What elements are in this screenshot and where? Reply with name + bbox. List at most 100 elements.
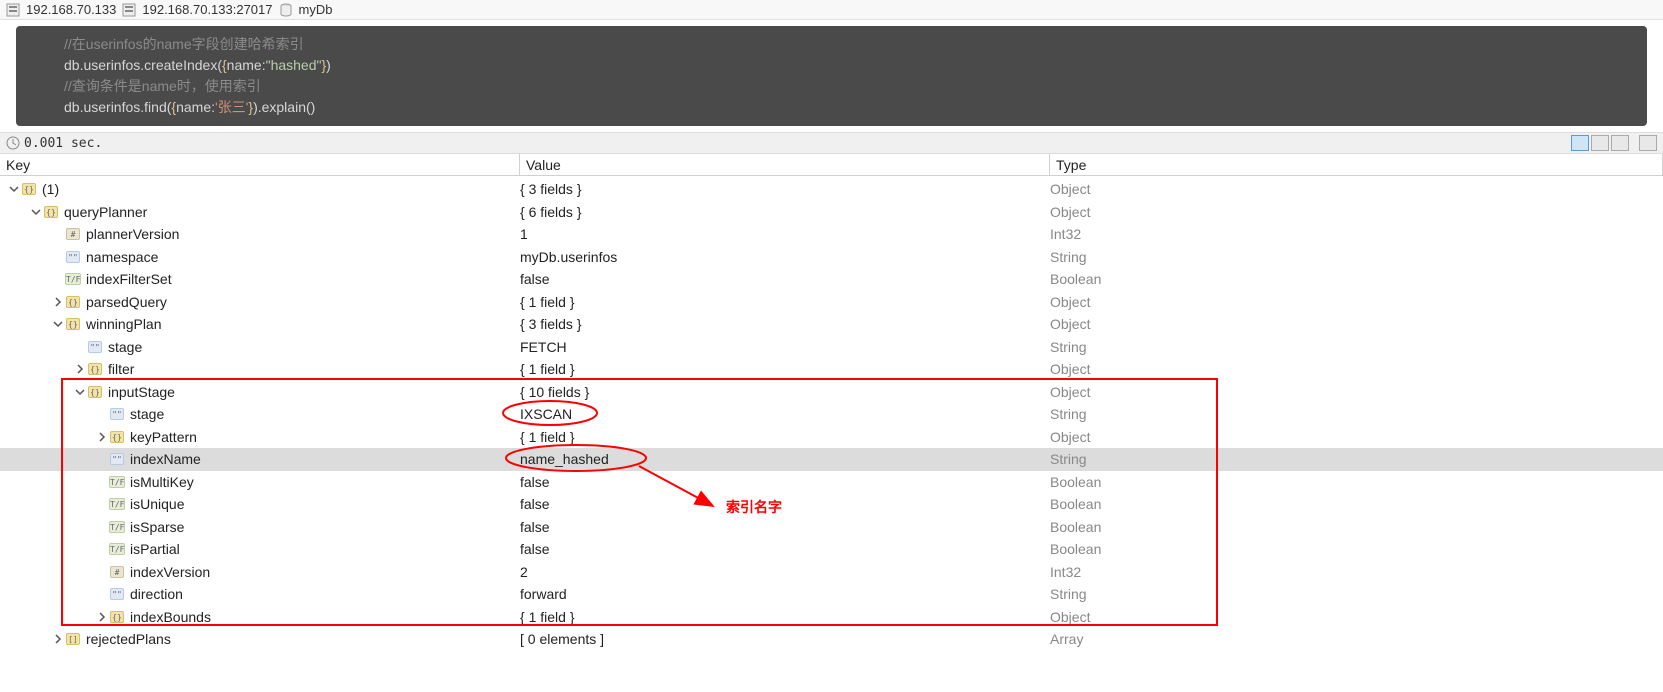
chevron-right-icon[interactable]: [96, 611, 108, 623]
chevron-down-icon[interactable]: [8, 183, 20, 195]
tree-type: String: [1050, 451, 1663, 467]
tree-row[interactable]: {}filter{ 1 field }Object: [0, 358, 1663, 381]
view-table-button[interactable]: [1591, 135, 1609, 151]
view-mode-buttons: [1571, 135, 1657, 151]
tree-key-label: stage: [108, 339, 142, 355]
view-text-button[interactable]: [1611, 135, 1629, 151]
tree-key-label: isSparse: [130, 519, 184, 535]
tree-value: 1: [520, 226, 1050, 242]
tree-value: { 1 field }: [520, 361, 1050, 377]
tree-row[interactable]: T/FisSparsefalseBoolean: [0, 516, 1663, 539]
tree-type: Object: [1050, 384, 1663, 400]
tree-type: Array: [1050, 631, 1663, 647]
tree-row[interactable]: {}queryPlanner{ 6 fields }Object: [0, 201, 1663, 224]
tree-key-label: indexBounds: [130, 609, 211, 625]
column-header-key[interactable]: Key: [0, 154, 520, 175]
query-editor[interactable]: //在userinfos的name字段创建哈希索引 db.userinfos.c…: [16, 26, 1647, 126]
tree-type: Object: [1050, 181, 1663, 197]
tree-type: Int32: [1050, 226, 1663, 242]
breadcrumb-host[interactable]: 192.168.70.133: [26, 2, 116, 17]
tree-value: myDb.userinfos: [520, 249, 1050, 265]
tree-key-label: indexFilterSet: [86, 271, 172, 287]
results-header: Key Value Type: [0, 154, 1663, 176]
tree-row[interactable]: ""stageFETCHString: [0, 336, 1663, 359]
breadcrumb-db[interactable]: myDb: [299, 2, 333, 17]
tree-row[interactable]: {}winningPlan{ 3 fields }Object: [0, 313, 1663, 336]
obj-type-icon: {}: [22, 183, 36, 195]
code-comment: //查询条件是name时，使用索引: [64, 78, 261, 94]
expander-placeholder: [52, 273, 64, 285]
tree-type: Boolean: [1050, 541, 1663, 557]
tree-row[interactable]: {}(1){ 3 fields }Object: [0, 178, 1663, 201]
tree-row[interactable]: []rejectedPlans[ 0 elements ]Array: [0, 628, 1663, 651]
tree-value: FETCH: [520, 339, 1050, 355]
tree-row[interactable]: T/FindexFilterSetfalseBoolean: [0, 268, 1663, 291]
tree-type: Boolean: [1050, 496, 1663, 512]
tree-row[interactable]: ""stageIXSCANString: [0, 403, 1663, 426]
tree-row[interactable]: #indexVersion2Int32: [0, 561, 1663, 584]
tree-row[interactable]: T/FisMultiKeyfalseBoolean: [0, 471, 1663, 494]
str-type-icon: "": [110, 453, 124, 465]
column-header-value[interactable]: Value: [520, 154, 1050, 175]
tree-type: String: [1050, 339, 1663, 355]
server-icon: [6, 3, 20, 17]
tree-row[interactable]: T/FisUniquefalseBoolean: [0, 493, 1663, 516]
view-tree-button[interactable]: [1571, 135, 1589, 151]
tree-row[interactable]: T/FisPartialfalseBoolean: [0, 538, 1663, 561]
tree-value: false: [520, 271, 1050, 287]
tree-type: Boolean: [1050, 519, 1663, 535]
status-bar: 0.001 sec.: [0, 132, 1663, 154]
expander-placeholder: [74, 341, 86, 353]
chevron-down-icon[interactable]: [30, 206, 42, 218]
tree-type: Int32: [1050, 564, 1663, 580]
execution-time: 0.001 sec.: [24, 136, 102, 151]
expander-placeholder: [96, 543, 108, 555]
arr-type-icon: []: [66, 633, 80, 645]
tree-type: String: [1050, 406, 1663, 422]
column-header-type[interactable]: Type: [1050, 154, 1663, 175]
tree-row[interactable]: {}parsedQuery{ 1 field }Object: [0, 291, 1663, 314]
obj-type-icon: {}: [88, 363, 102, 375]
tree-row[interactable]: {}indexBounds{ 1 field }Object: [0, 606, 1663, 629]
chevron-right-icon[interactable]: [74, 363, 86, 375]
tree-row[interactable]: ""directionforwardString: [0, 583, 1663, 606]
clock-icon: [6, 136, 20, 150]
obj-type-icon: {}: [66, 318, 80, 330]
tree-key-label: queryPlanner: [64, 204, 147, 220]
obj-type-icon: {}: [110, 431, 124, 443]
tree-key-label: inputStage: [108, 384, 175, 400]
int-type-icon: #: [66, 228, 80, 240]
tree-value: 2: [520, 564, 1050, 580]
bool-type-icon: T/F: [110, 476, 124, 488]
tree-row[interactable]: ""namespacemyDb.userinfosString: [0, 246, 1663, 269]
obj-type-icon: {}: [88, 386, 102, 398]
tree-value: { 1 field }: [520, 294, 1050, 310]
tree-row[interactable]: ""indexNamename_hashedString: [0, 448, 1663, 471]
chevron-down-icon[interactable]: [74, 386, 86, 398]
expander-placeholder: [96, 476, 108, 488]
chevron-right-icon[interactable]: [52, 296, 64, 308]
results-tree[interactable]: {}(1){ 3 fields }Object{}queryPlanner{ 6…: [0, 176, 1663, 651]
tree-type: Object: [1050, 609, 1663, 625]
popout-button[interactable]: [1639, 135, 1657, 151]
tree-type: String: [1050, 586, 1663, 602]
chevron-right-icon[interactable]: [96, 431, 108, 443]
query-editor-container: //在userinfos的name字段创建哈希索引 db.userinfos.c…: [0, 20, 1663, 132]
tree-row[interactable]: #plannerVersion1Int32: [0, 223, 1663, 246]
tree-key-label: isMultiKey: [130, 474, 194, 490]
tree-key-label: rejectedPlans: [86, 631, 171, 647]
expander-placeholder: [52, 251, 64, 263]
chevron-down-icon[interactable]: [52, 318, 64, 330]
obj-type-icon: {}: [44, 206, 58, 218]
tree-key-label: parsedQuery: [86, 294, 167, 310]
chevron-right-icon[interactable]: [52, 633, 64, 645]
int-type-icon: #: [110, 566, 124, 578]
str-type-icon: "": [66, 251, 80, 263]
bool-type-icon: T/F: [110, 543, 124, 555]
expander-placeholder: [96, 566, 108, 578]
breadcrumb-hostport[interactable]: 192.168.70.133:27017: [142, 2, 272, 17]
tree-row[interactable]: {}keyPattern{ 1 field }Object: [0, 426, 1663, 449]
connection-bar: 192.168.70.133 192.168.70.133:27017 myDb: [0, 0, 1663, 20]
tree-row[interactable]: {}inputStage{ 10 fields }Object: [0, 381, 1663, 404]
bool-type-icon: T/F: [66, 273, 80, 285]
